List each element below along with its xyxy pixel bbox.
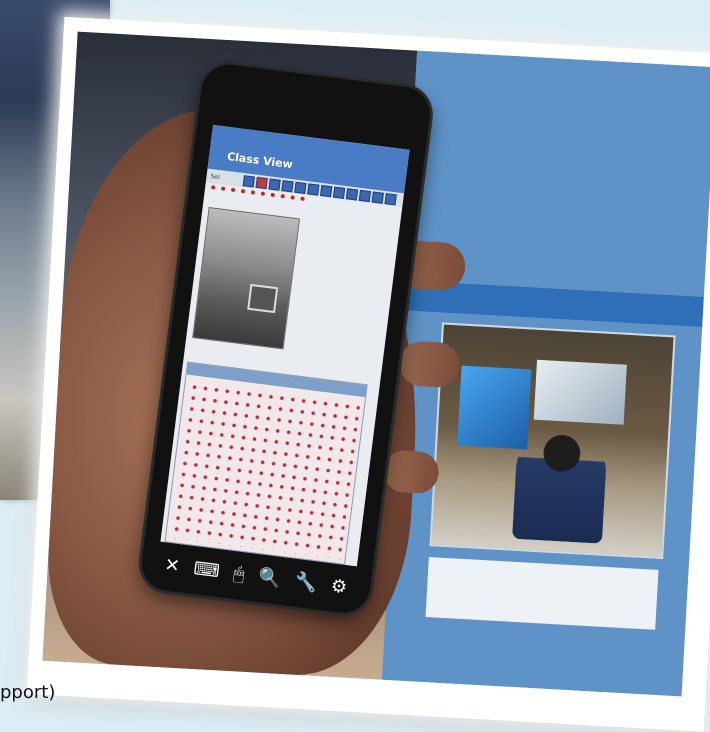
monitor-scene-image — [429, 322, 676, 560]
caption-text: pport) — [0, 682, 56, 703]
status-dot — [290, 195, 295, 200]
status-dot — [250, 190, 256, 195]
photo-border: Class View Sel ✕ ⌨ 🖱 🔍 🔧 ⚙ — [26, 16, 710, 732]
status-dot — [260, 191, 266, 196]
status-dot — [300, 196, 305, 201]
finger — [398, 340, 461, 389]
status-dot — [280, 193, 285, 199]
scene-screen-left — [457, 365, 532, 450]
phone-screen: Class View Sel — [160, 124, 410, 567]
student-grid[interactable] — [164, 361, 368, 565]
toolbar-button[interactable] — [268, 177, 281, 191]
toolbar-button[interactable] — [255, 176, 269, 189]
status-dot — [240, 188, 246, 194]
status-dot — [211, 185, 216, 190]
toolbar-button[interactable] — [281, 179, 294, 192]
status-dot — [230, 187, 236, 193]
toolbar-button[interactable] — [346, 187, 359, 201]
keyboard-icon[interactable]: ⌨ — [192, 558, 220, 582]
photo-frame: Class View Sel ✕ ⌨ 🖱 🔍 🔧 ⚙ — [0, 0, 710, 732]
toolbar-button[interactable] — [371, 191, 385, 204]
toolbar-button[interactable] — [242, 174, 256, 188]
gear-icon[interactable]: ⚙ — [330, 575, 349, 598]
status-dot — [270, 192, 275, 198]
scene-person — [512, 428, 609, 544]
grid-dots — [169, 381, 361, 560]
scene-screen-right — [533, 359, 627, 425]
toolbar-button[interactable] — [307, 182, 320, 196]
photo: Class View Sel ✕ ⌨ 🖱 🔍 🔧 ⚙ — [42, 31, 710, 697]
monitor-text-block — [425, 557, 659, 630]
toolbar-button[interactable] — [384, 192, 398, 205]
toolbar-button[interactable] — [333, 186, 346, 199]
toolbar-button[interactable] — [320, 184, 333, 197]
close-icon[interactable]: ✕ — [163, 554, 181, 577]
mouse-icon[interactable]: 🖱 — [232, 563, 245, 585]
camera-view[interactable] — [192, 207, 301, 350]
toolbar-button[interactable] — [294, 181, 307, 194]
wrench-icon[interactable]: 🔧 — [293, 570, 318, 594]
toolbar-button[interactable] — [358, 189, 372, 202]
camera-monitor — [247, 283, 279, 314]
finger — [382, 449, 440, 495]
toolbar-label: Sel — [210, 172, 221, 181]
status-dot — [220, 186, 226, 191]
search-icon[interactable]: 🔍 — [257, 566, 282, 590]
